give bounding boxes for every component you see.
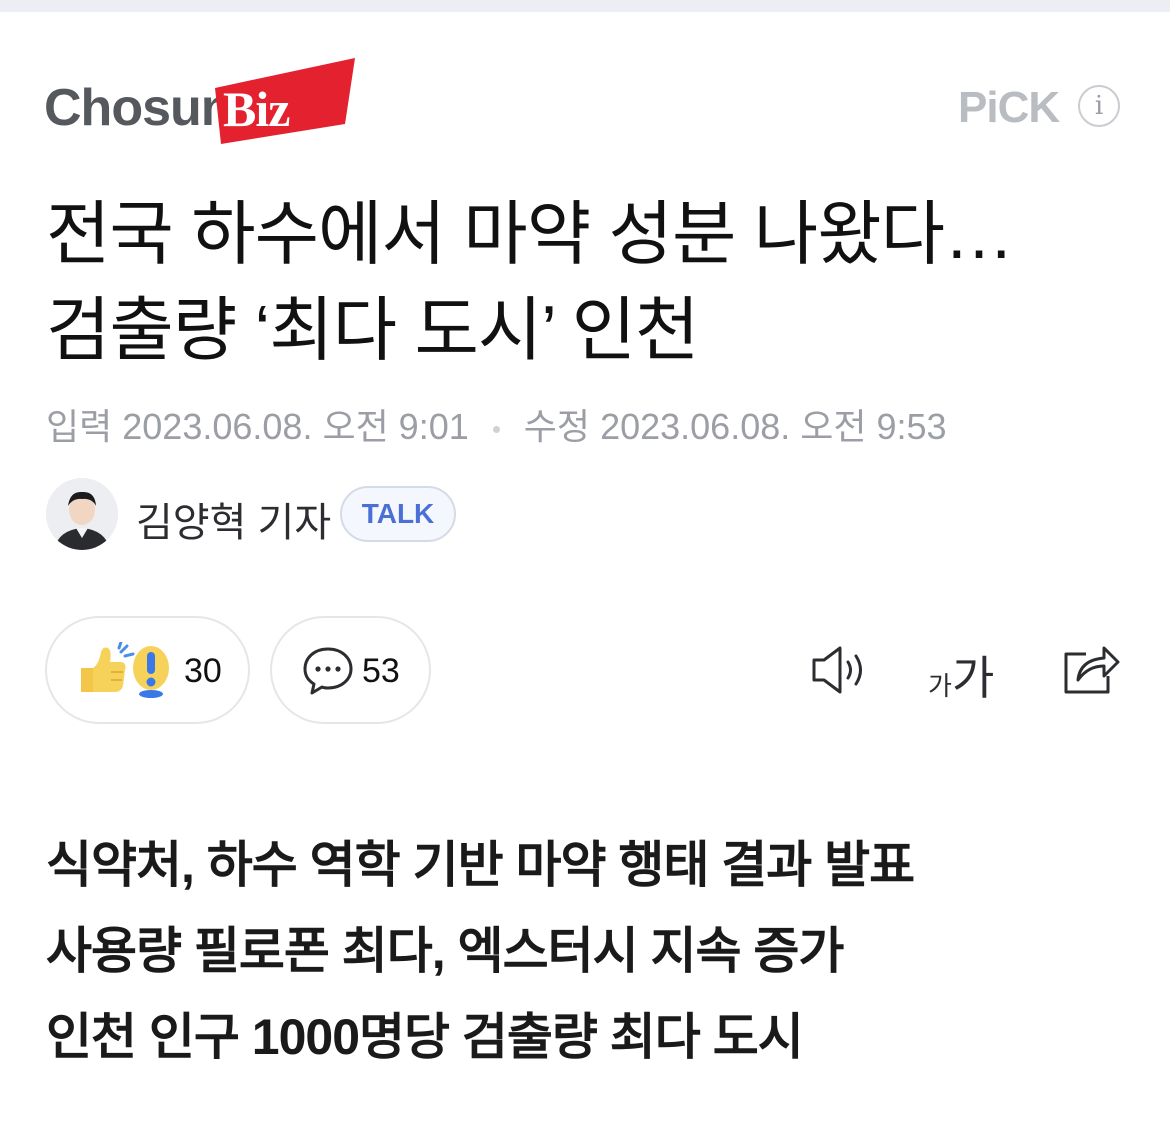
modified-date: 2023.06.08. 오전 9:53 (600, 406, 947, 447)
share-button[interactable] (1060, 640, 1124, 700)
top-status-strip (0, 0, 1170, 12)
logo-biz-text: Biz (223, 81, 290, 137)
comment-count: 53 (362, 652, 400, 690)
headline-line: 검출량 ‘최다 도시’ 인천 (46, 291, 699, 369)
font-size-button[interactable]: 가 가 (928, 640, 994, 704)
info-icon[interactable]: i (1078, 85, 1120, 127)
headline-line: 전국 하수에서 마약 성분 나왔다… (46, 195, 1014, 273)
share-icon (1064, 646, 1120, 694)
talk-button[interactable]: TALK (340, 486, 456, 542)
date-separator (492, 425, 500, 433)
font-size-large: 가 (952, 652, 995, 704)
reaction-emoji-icon (81, 642, 169, 698)
article-headline: 전국 하수에서 마약 성분 나왔다… 검출량 ‘최다 도시’ 인천 (46, 186, 1126, 378)
reaction-button[interactable]: 30 (45, 616, 250, 724)
pick-label: PiCK (958, 83, 1060, 132)
input-label: 입력 (46, 406, 113, 447)
reaction-count: 30 (184, 652, 222, 690)
subhead: 인천 인구 1000명당 검출량 최다 도시 (46, 1009, 804, 1065)
subhead: 사용량 필로폰 최다, 엑스터시 지속 증가 (46, 923, 844, 979)
reporter-name[interactable]: 김양혁 기자 (136, 490, 331, 548)
subhead: 식약처, 하수 역학 기반 마약 행태 결과 발표 (46, 837, 915, 893)
input-date: 2023.06.08. 오전 9:01 (122, 406, 469, 447)
article-subheads: 식약처, 하수 역학 기반 마약 행태 결과 발표 사용량 필로폰 최다, 엑스… (46, 822, 1126, 1080)
speaker-icon (812, 646, 862, 694)
audio-button[interactable] (810, 640, 874, 700)
article-dates: 입력 2023.06.08. 오전 9:01 수정 2023.06.08. 오전… (46, 398, 947, 450)
font-size-small: 가 (928, 671, 952, 701)
publisher-logo[interactable]: Chosun Biz (44, 58, 355, 148)
logo-wordmark: Chosun (44, 79, 233, 137)
comment-bubble-icon (303, 647, 353, 695)
comment-button[interactable]: 53 (270, 616, 431, 724)
modified-label: 수정 (523, 406, 591, 447)
logo-biz-badge: Biz (215, 58, 355, 144)
reporter-avatar[interactable] (46, 478, 118, 550)
